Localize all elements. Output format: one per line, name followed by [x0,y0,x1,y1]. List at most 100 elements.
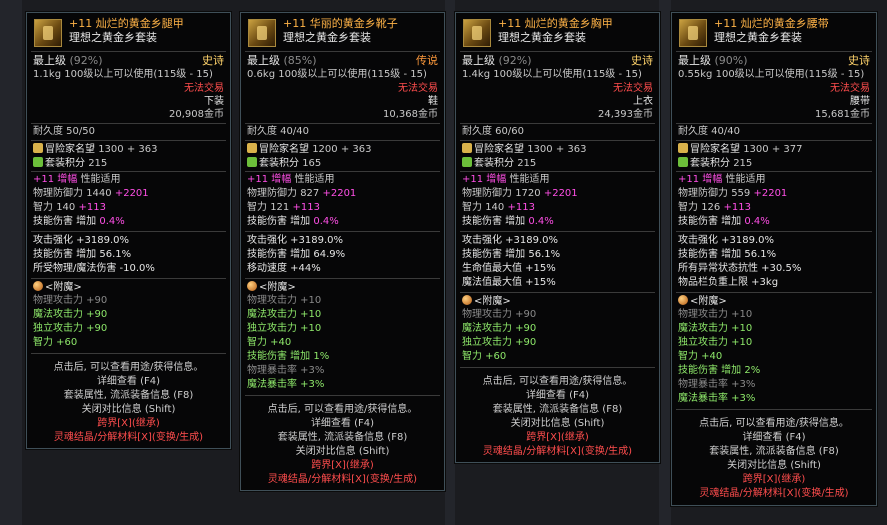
hint-cross-inherit: 跨界[X](继承) [97,418,160,429]
hint-close-compare: 关闭对比信息 (Shift) [295,446,390,457]
skill-label: 技能伤害 增加 [247,216,311,227]
item-name: +11 灿烂的黄金乡胸甲 [498,17,613,30]
option-line: 魔法值最大值 +15% [462,277,556,288]
def-label: 物理防御力 [247,188,297,199]
level-requirement: 100级以上可以使用(115级 - 15) [493,69,642,80]
chest-item-icon [463,19,491,47]
hint-click-usage: 点击后, 可以查看用途/获得信息。 [53,362,204,373]
renown-label: 冒险家名望 [690,144,740,155]
renown-label: 冒险家名望 [45,144,95,155]
tooltip-card-chest: +11 灿烂的黄金乡胸甲 理想之黄金乡套装 最上级 (92%) 史诗 1.4kg… [455,12,660,463]
level-label: 最上级 [33,54,66,67]
enchant-line: 魔法暴击率 +3% [247,379,325,390]
renown-value: 1200 + 363 [312,144,372,155]
trade-status: 无法交易 [613,83,653,94]
set-point-label: 套装积分 [259,158,299,169]
int-value: 140 [485,202,505,213]
item-name: +11 灿烂的黄金乡腿甲 [69,17,184,30]
renown-value: 1300 + 377 [743,144,803,155]
def-value: 827 [300,188,320,199]
int-value: 126 [701,202,721,213]
level-pct: (90%) [714,54,748,67]
enchant-line: 魔法攻击力 +10 [247,309,322,320]
enchant-icon [247,281,257,291]
set-point-value: 215 [517,158,537,169]
option-line: 生命值最大值 +15% [462,263,556,274]
def-value: 1720 [515,188,541,199]
option-line: 移动速度 +44% [247,263,321,274]
enchant-line: 智力 +60 [462,351,507,362]
option-line: 攻击强化 +3189.0% [247,235,344,246]
shoes-item-icon [248,19,276,47]
hint-soul-crystal: 灵魂结晶/分解材料[X](变换/生成) [267,474,418,485]
amp-label: 增幅 [486,174,507,185]
def-bonus: +2201 [322,188,357,199]
def-label: 物理防御力 [462,188,512,199]
option-line: 技能伤害 增加 56.1% [678,249,777,260]
set-point-label: 套装积分 [45,158,85,169]
set-point-label: 套装积分 [690,158,730,169]
hint-detail-view: 详细查看 (F4) [96,376,161,387]
durability: 耐久度 50/50 [33,126,95,137]
renown-value: 1300 + 363 [527,144,587,155]
tooltip-card-legs: +11 灿烂的黄金乡腿甲 理想之黄金乡套装 最上级 (92%) 史诗 1.1kg… [26,12,231,449]
level-pct: (92%) [69,54,103,67]
option-line: 物品栏负重上限 +3kg [678,277,779,288]
int-value: 121 [270,202,290,213]
durability: 耐久度 40/40 [247,126,309,137]
rarity: 史诗 [631,54,653,67]
renown-label: 冒险家名望 [474,144,524,155]
enchant-line: 独立攻击力 +10 [247,323,322,334]
level-pct: (92%) [498,54,532,67]
option-line: 攻击强化 +3189.0% [462,235,559,246]
set-name: 理想之黄金乡套装 [498,31,586,44]
level-requirement: 100级以上可以使用(115级 - 15) [278,69,427,80]
enchant-title: <附魔> [45,282,82,293]
option-line: 攻击强化 +3189.0% [678,235,775,246]
enchant-line: 智力 +60 [33,337,78,348]
enchant-line: 物理暴击率 +3% [678,379,756,390]
renown-value: 1300 + 363 [98,144,158,155]
int-label: 智力 [678,202,698,213]
hint-set-info: 套装属性, 流派装备信息 (F8) [63,390,194,401]
skill-label: 技能伤害 增加 [678,216,742,227]
int-bonus: +113 [292,202,320,213]
enchant-line: 魔法攻击力 +10 [678,323,753,334]
hint-soul-crystal: 灵魂结晶/分解材料[X](变换/生成) [53,432,204,443]
trade-status: 无法交易 [830,83,870,94]
hint-click-usage: 点击后, 可以查看用途/获得信息。 [267,404,418,415]
hint-close-compare: 关闭对比信息 (Shift) [727,460,821,471]
enchant-line: 物理攻击力 +10 [678,309,753,320]
amp-label: 增幅 [57,174,78,185]
skill-label: 技能伤害 增加 [33,216,97,227]
set-point-icon [247,157,257,167]
enchant-line: 魔法攻击力 +90 [33,309,108,320]
option-line: 攻击强化 +3189.0% [33,235,130,246]
weight: 0.6kg [247,69,276,80]
skill-value: 0.4% [313,216,339,227]
hint-click-usage: 点击后, 可以查看用途/获得信息。 [482,376,633,387]
enchant-line: 独立攻击力 +10 [678,337,753,348]
amp-suffix: 性能适用 [80,174,121,185]
int-bonus: +113 [723,202,751,213]
option-line: 技能伤害 增加 64.9% [247,249,346,260]
skill-value: 0.4% [528,216,554,227]
enchant-icon [462,295,472,305]
option-line: 所受物理/魔法伤害 -10.0% [33,263,155,274]
level-label: 最上级 [678,54,711,67]
rarity: 史诗 [848,54,870,67]
enchant-line: 物理暴击率 +3% [247,365,325,376]
hint-detail-view: 详细查看 (F4) [310,418,375,429]
amp-suffix: 性能适用 [725,174,766,185]
hint-set-info: 套装属性, 流派装备信息 (F8) [277,432,408,443]
def-value: 1440 [86,188,112,199]
set-point-icon [33,157,43,167]
level-requirement: 100级以上可以使用(115级 - 15) [64,69,213,80]
item-name: +11 灿烂的黄金乡腰带 [714,17,829,30]
def-bonus: +2201 [114,188,149,199]
hint-soul-crystal: 灵魂结晶/分解材料[X](变换/生成) [699,488,849,499]
renown-label: 冒险家名望 [259,144,309,155]
enchant-line: 物理攻击力 +10 [247,295,322,306]
set-point-value: 165 [302,158,322,169]
sell-price: 24,393金币 [598,109,653,120]
